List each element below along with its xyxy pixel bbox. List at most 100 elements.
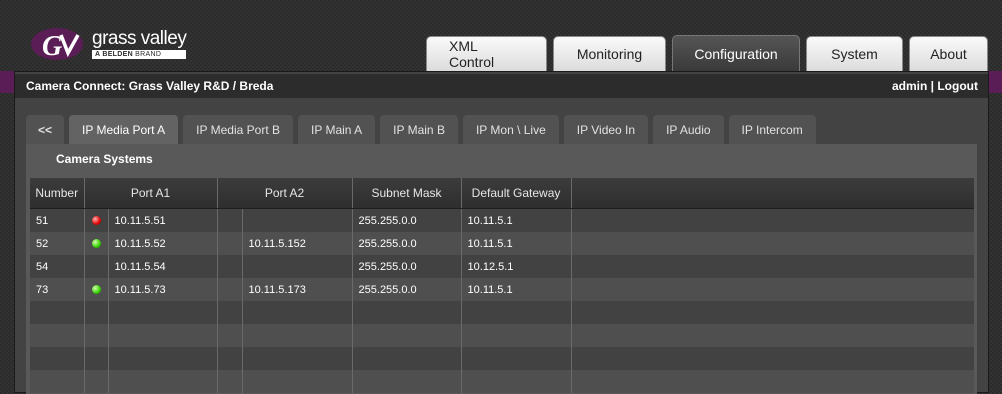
- cell-status: [83, 255, 108, 278]
- cell-subnet-mask: [351, 370, 462, 393]
- cell-port-a1: [107, 301, 218, 324]
- tab-scroll-back[interactable]: <<: [26, 115, 65, 144]
- logout-link[interactable]: Logout: [937, 79, 978, 93]
- camera-systems-table: Number Port A1 Port A2 Subnet Mask Defau…: [30, 178, 974, 393]
- green-status-led-icon: [91, 239, 101, 249]
- cell-port-a1: [107, 347, 218, 370]
- column-header-port-a1[interactable]: Port A1: [83, 178, 218, 209]
- tab-ip-media-port-a[interactable]: IP Media Port A: [69, 115, 179, 144]
- cell-empty: [570, 255, 974, 278]
- app-header: G grass valley A BELDEN BRAND XML Contro…: [0, 0, 1002, 71]
- cell-port-a2: 10.11.5.173: [241, 278, 353, 301]
- cell-spacer: [216, 232, 243, 255]
- section-title: Camera Systems: [56, 152, 153, 166]
- cell-spacer: [216, 301, 243, 324]
- cell-empty: [570, 232, 974, 255]
- user-separator: |: [930, 79, 934, 93]
- tab-configuration[interactable]: Configuration: [672, 35, 800, 71]
- brand-name: grass valley: [92, 28, 187, 49]
- configuration-panel: Camera Connect: Grass Valley R&D / Breda…: [14, 71, 989, 394]
- cell-port-a1: 10.11.5.51: [107, 208, 218, 232]
- table-row[interactable]: [30, 370, 974, 393]
- tab-ip-main-b[interactable]: IP Main B: [380, 115, 458, 144]
- cell-status: [83, 347, 108, 370]
- cell-port-a2: [241, 301, 353, 324]
- cell-empty: [570, 324, 974, 347]
- cell-default-gateway: 10.11.5.1: [460, 278, 572, 301]
- cell-spacer: [216, 347, 243, 370]
- cell-number: 51: [30, 208, 84, 232]
- cell-number: 73: [30, 278, 84, 301]
- cell-subnet-mask: 255.255.0.0: [351, 208, 462, 232]
- tab-about[interactable]: About: [909, 36, 988, 71]
- cell-default-gateway: 10.12.5.1: [460, 255, 572, 278]
- cell-number: 54: [30, 255, 84, 278]
- column-header-number[interactable]: Number: [30, 178, 84, 209]
- cell-port-a1: 10.11.5.73: [107, 278, 218, 301]
- cell-default-gateway: 10.11.5.1: [460, 232, 572, 255]
- cell-subnet-mask: 255.255.0.0: [351, 232, 462, 255]
- cell-empty: [570, 370, 974, 393]
- cell-spacer: [216, 255, 243, 278]
- table-row[interactable]: [30, 347, 974, 370]
- main-tab-bar: XML Control Monitoring Configuration Sys…: [426, 35, 988, 71]
- cell-empty: [570, 301, 974, 324]
- cell-status: [83, 232, 108, 255]
- cell-port-a1: 10.11.5.54: [107, 255, 218, 278]
- table-header-row: Number Port A1 Port A2 Subnet Mask Defau…: [30, 178, 974, 209]
- tab-content: Camera Systems Number Port A1 Port A2 Su…: [26, 144, 977, 394]
- table-row[interactable]: [30, 324, 974, 347]
- tab-ip-main-a[interactable]: IP Main A: [298, 115, 376, 144]
- cell-port-a2: 10.11.5.152: [241, 232, 353, 255]
- column-header-subnet-mask[interactable]: Subnet Mask: [351, 178, 462, 209]
- cell-number: [30, 370, 84, 393]
- cell-status: [83, 370, 108, 393]
- cell-default-gateway: 10.11.5.1: [460, 208, 572, 232]
- tab-ip-media-port-b[interactable]: IP Media Port B: [183, 115, 293, 144]
- brand-tagline: A BELDEN BRAND: [92, 50, 187, 59]
- tab-ip-video-in[interactable]: IP Video In: [563, 115, 649, 144]
- column-header-empty: [570, 178, 974, 209]
- table-row[interactable]: 54 10.11.5.54 255.255.0.0 10.12.5.1: [30, 255, 974, 278]
- table-row[interactable]: 52 10.11.5.52 10.11.5.152 255.255.0.0 10.11.…: [30, 232, 974, 255]
- column-header-port-a2[interactable]: Port A2: [216, 178, 353, 209]
- tab-monitoring[interactable]: Monitoring: [553, 36, 666, 71]
- cell-port-a2: [241, 255, 353, 278]
- cell-default-gateway: [460, 301, 572, 324]
- camera-connect-title: Camera Connect: Grass Valley R&D / Breda: [26, 79, 274, 93]
- tab-xml-control[interactable]: XML Control: [426, 36, 547, 71]
- red-status-led-icon: [91, 216, 101, 226]
- cell-status: [83, 324, 108, 347]
- cell-spacer: [216, 278, 243, 301]
- cell-subnet-mask: 255.255.0.0: [351, 278, 462, 301]
- username-link[interactable]: admin: [892, 79, 927, 93]
- green-status-led-icon: [91, 285, 101, 295]
- cell-empty: [570, 208, 974, 232]
- cell-subnet-mask: 255.255.0.0: [351, 255, 462, 278]
- cell-number: [30, 347, 84, 370]
- table-row[interactable]: 51 10.11.5.51 255.255.0.0 10.11.5.1: [30, 208, 974, 232]
- tab-system[interactable]: System: [806, 36, 903, 71]
- cell-spacer: [216, 370, 243, 393]
- cell-port-a2: [241, 370, 353, 393]
- user-area: admin | Logout: [892, 79, 978, 93]
- column-header-default-gateway[interactable]: Default Gateway: [460, 178, 572, 209]
- tab-ip-audio[interactable]: IP Audio: [653, 115, 724, 144]
- cell-default-gateway: [460, 347, 572, 370]
- brand-logo[interactable]: G grass valley A BELDEN BRAND: [28, 24, 187, 64]
- cell-status: [83, 208, 108, 232]
- cell-empty: [570, 347, 974, 370]
- info-bar: Camera Connect: Grass Valley R&D / Breda…: [15, 74, 988, 98]
- svg-text:G: G: [42, 31, 62, 62]
- cell-subnet-mask: [351, 324, 462, 347]
- cell-port-a2: [241, 347, 353, 370]
- cell-default-gateway: [460, 370, 572, 393]
- sub-tab-bar: << IP Media Port A IP Media Port B IP Ma…: [26, 115, 816, 144]
- table-row[interactable]: [30, 301, 974, 324]
- cell-number: [30, 301, 84, 324]
- tab-ip-mon-live[interactable]: IP Mon \ Live: [462, 115, 559, 144]
- cell-number: [30, 324, 84, 347]
- table-row[interactable]: 73 10.11.5.73 10.11.5.173 255.255.0.0 10.11.…: [30, 278, 974, 301]
- tab-ip-intercom[interactable]: IP Intercom: [728, 115, 816, 144]
- cell-spacer: [216, 208, 243, 232]
